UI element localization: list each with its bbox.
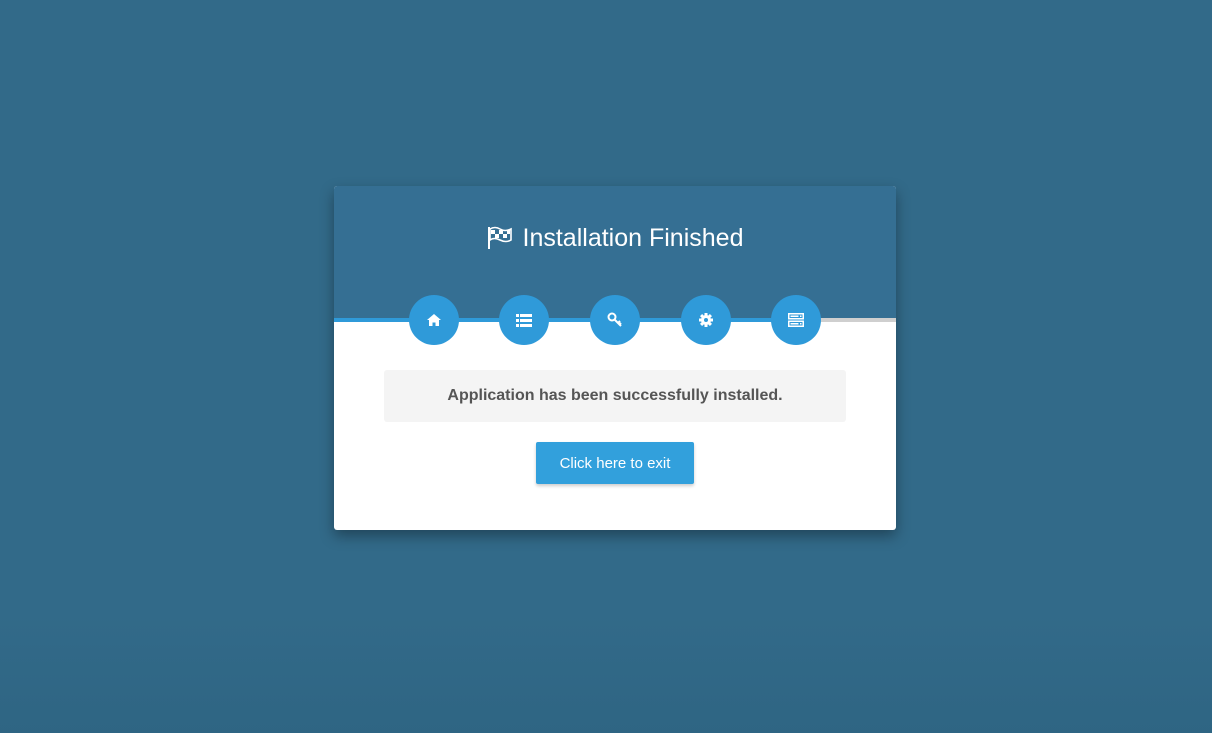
exit-button[interactable]: Click here to exit <box>536 442 694 484</box>
page-title-text: Installation Finished <box>522 224 744 252</box>
step-requirements[interactable] <box>499 295 549 345</box>
key-icon <box>607 312 623 328</box>
installer-card: Installation Finished Application has be… <box>334 186 896 530</box>
step-settings[interactable] <box>681 295 731 345</box>
step-database[interactable] <box>771 295 821 345</box>
step-indicator <box>334 295 896 345</box>
success-message-box: Application has been successfully instal… <box>384 370 846 422</box>
page-background-shade <box>0 613 1212 733</box>
step-permissions[interactable] <box>590 295 640 345</box>
page-title: Installation Finished <box>334 222 896 254</box>
server-icon <box>788 313 804 327</box>
home-icon <box>427 313 441 327</box>
list-icon <box>516 313 532 327</box>
gear-icon <box>699 313 713 327</box>
step-home[interactable] <box>409 295 459 345</box>
success-message: Application has been successfully instal… <box>447 387 783 404</box>
checkered-flag-icon <box>487 226 513 250</box>
